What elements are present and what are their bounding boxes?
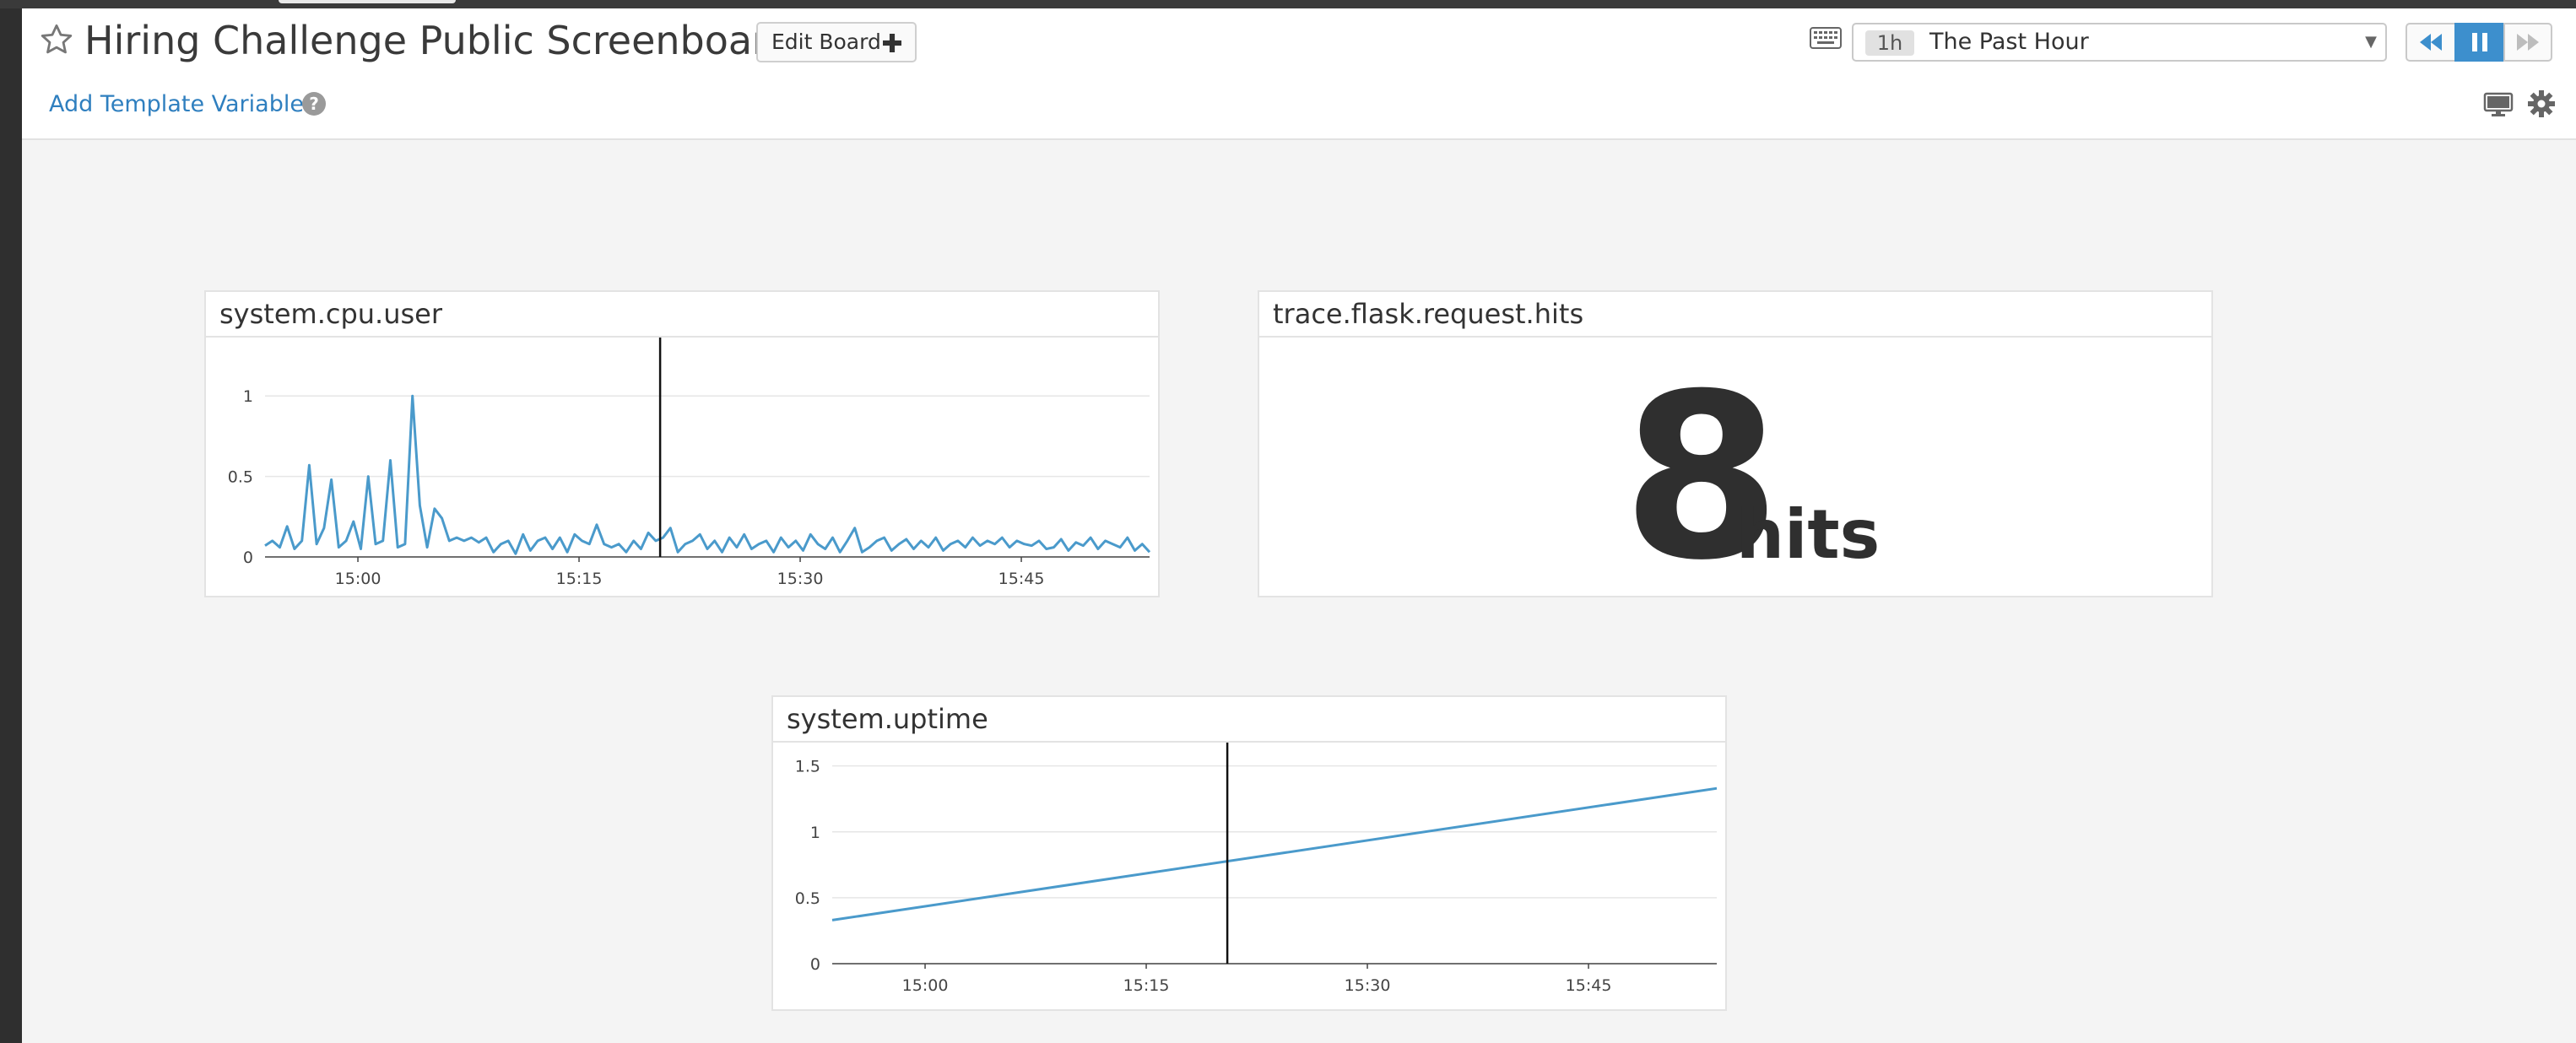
y-tick-label: 1.5 bbox=[795, 758, 820, 776]
edit-board-label: Edit Board bbox=[771, 30, 881, 54]
cpu-user-chart: 0 0.5 1 15:00 15:15 15:30 15:45 bbox=[228, 338, 1151, 588]
widget-title: trace.flask.request.hits bbox=[1259, 292, 2211, 338]
fast-forward-icon bbox=[2517, 34, 2539, 51]
x-tick-label: 15:45 bbox=[1566, 976, 1612, 995]
board-header: Hiring Challenge Public Screenboard Edit… bbox=[22, 8, 2576, 140]
y-tick-label: 0.5 bbox=[228, 468, 253, 487]
edit-board-button[interactable]: Edit Board bbox=[756, 22, 917, 62]
gear-icon[interactable] bbox=[2527, 89, 2556, 118]
plus-icon bbox=[883, 34, 901, 52]
uptime-chart: 0 0.5 1 1.5 15:00 15:15 15:30 15:45 bbox=[795, 743, 1718, 995]
rewind-icon bbox=[2420, 34, 2442, 51]
keyboard-icon[interactable] bbox=[1810, 27, 1842, 49]
widget-title: system.cpu.user bbox=[206, 292, 1158, 338]
x-tick-label: 15:15 bbox=[556, 570, 603, 588]
left-sidebar bbox=[0, 8, 22, 1043]
fast-forward-button[interactable] bbox=[2503, 23, 2552, 62]
pause-icon bbox=[2472, 33, 2487, 51]
chevron-down-icon: ▼ bbox=[2365, 33, 2377, 51]
uptime-widget[interactable]: system.uptime 0 0.5 1 1.5 15:00 15:15 15:30 15:… bbox=[771, 695, 1727, 1011]
request-hits-widget[interactable]: trace.flask.request.hits 8 hits bbox=[1258, 290, 2213, 597]
browser-top-strip bbox=[0, 0, 2576, 8]
browser-tab[interactable] bbox=[279, 0, 456, 3]
x-tick-label: 15:30 bbox=[777, 570, 824, 588]
x-tick-label: 15:30 bbox=[1345, 976, 1391, 995]
y-tick-label: 1 bbox=[810, 824, 820, 842]
add-template-variables-link[interactable]: Add Template Variables bbox=[49, 89, 316, 120]
pause-button[interactable] bbox=[2454, 23, 2505, 62]
svg-text:?: ? bbox=[309, 94, 319, 114]
help-icon[interactable]: ? bbox=[300, 90, 327, 117]
screenboard-app: Hiring Challenge Public Screenboard Edit… bbox=[22, 8, 2576, 1043]
x-tick-label: 15:00 bbox=[902, 976, 949, 995]
y-tick-label: 0.5 bbox=[795, 889, 820, 908]
star-icon[interactable] bbox=[39, 22, 74, 57]
y-tick-label: 0 bbox=[810, 955, 820, 974]
cpu-user-widget[interactable]: system.cpu.user 0 0.5 1 15:00 15:15 15:30 15:4… bbox=[204, 290, 1160, 597]
timeframe-label: The Past Hour bbox=[1929, 29, 2089, 55]
timeframe-select[interactable]: 1h The Past Hour ▼ bbox=[1852, 23, 2387, 62]
rewind-button[interactable] bbox=[2406, 23, 2456, 62]
monitor-icon[interactable] bbox=[2483, 91, 2514, 118]
x-tick-label: 15:15 bbox=[1123, 976, 1170, 995]
series-line bbox=[264, 394, 1151, 555]
series-line bbox=[831, 786, 1718, 921]
hits-unit: hits bbox=[1736, 495, 1881, 574]
y-tick-label: 1 bbox=[243, 387, 253, 406]
x-tick-label: 15:45 bbox=[998, 570, 1045, 588]
y-tick-label: 0 bbox=[243, 549, 253, 567]
page-title: Hiring Challenge Public Screenboard bbox=[84, 18, 793, 63]
widget-title: system.uptime bbox=[773, 697, 1725, 743]
timeframe-chip: 1h bbox=[1865, 30, 1914, 56]
x-tick-label: 15:00 bbox=[335, 570, 382, 588]
